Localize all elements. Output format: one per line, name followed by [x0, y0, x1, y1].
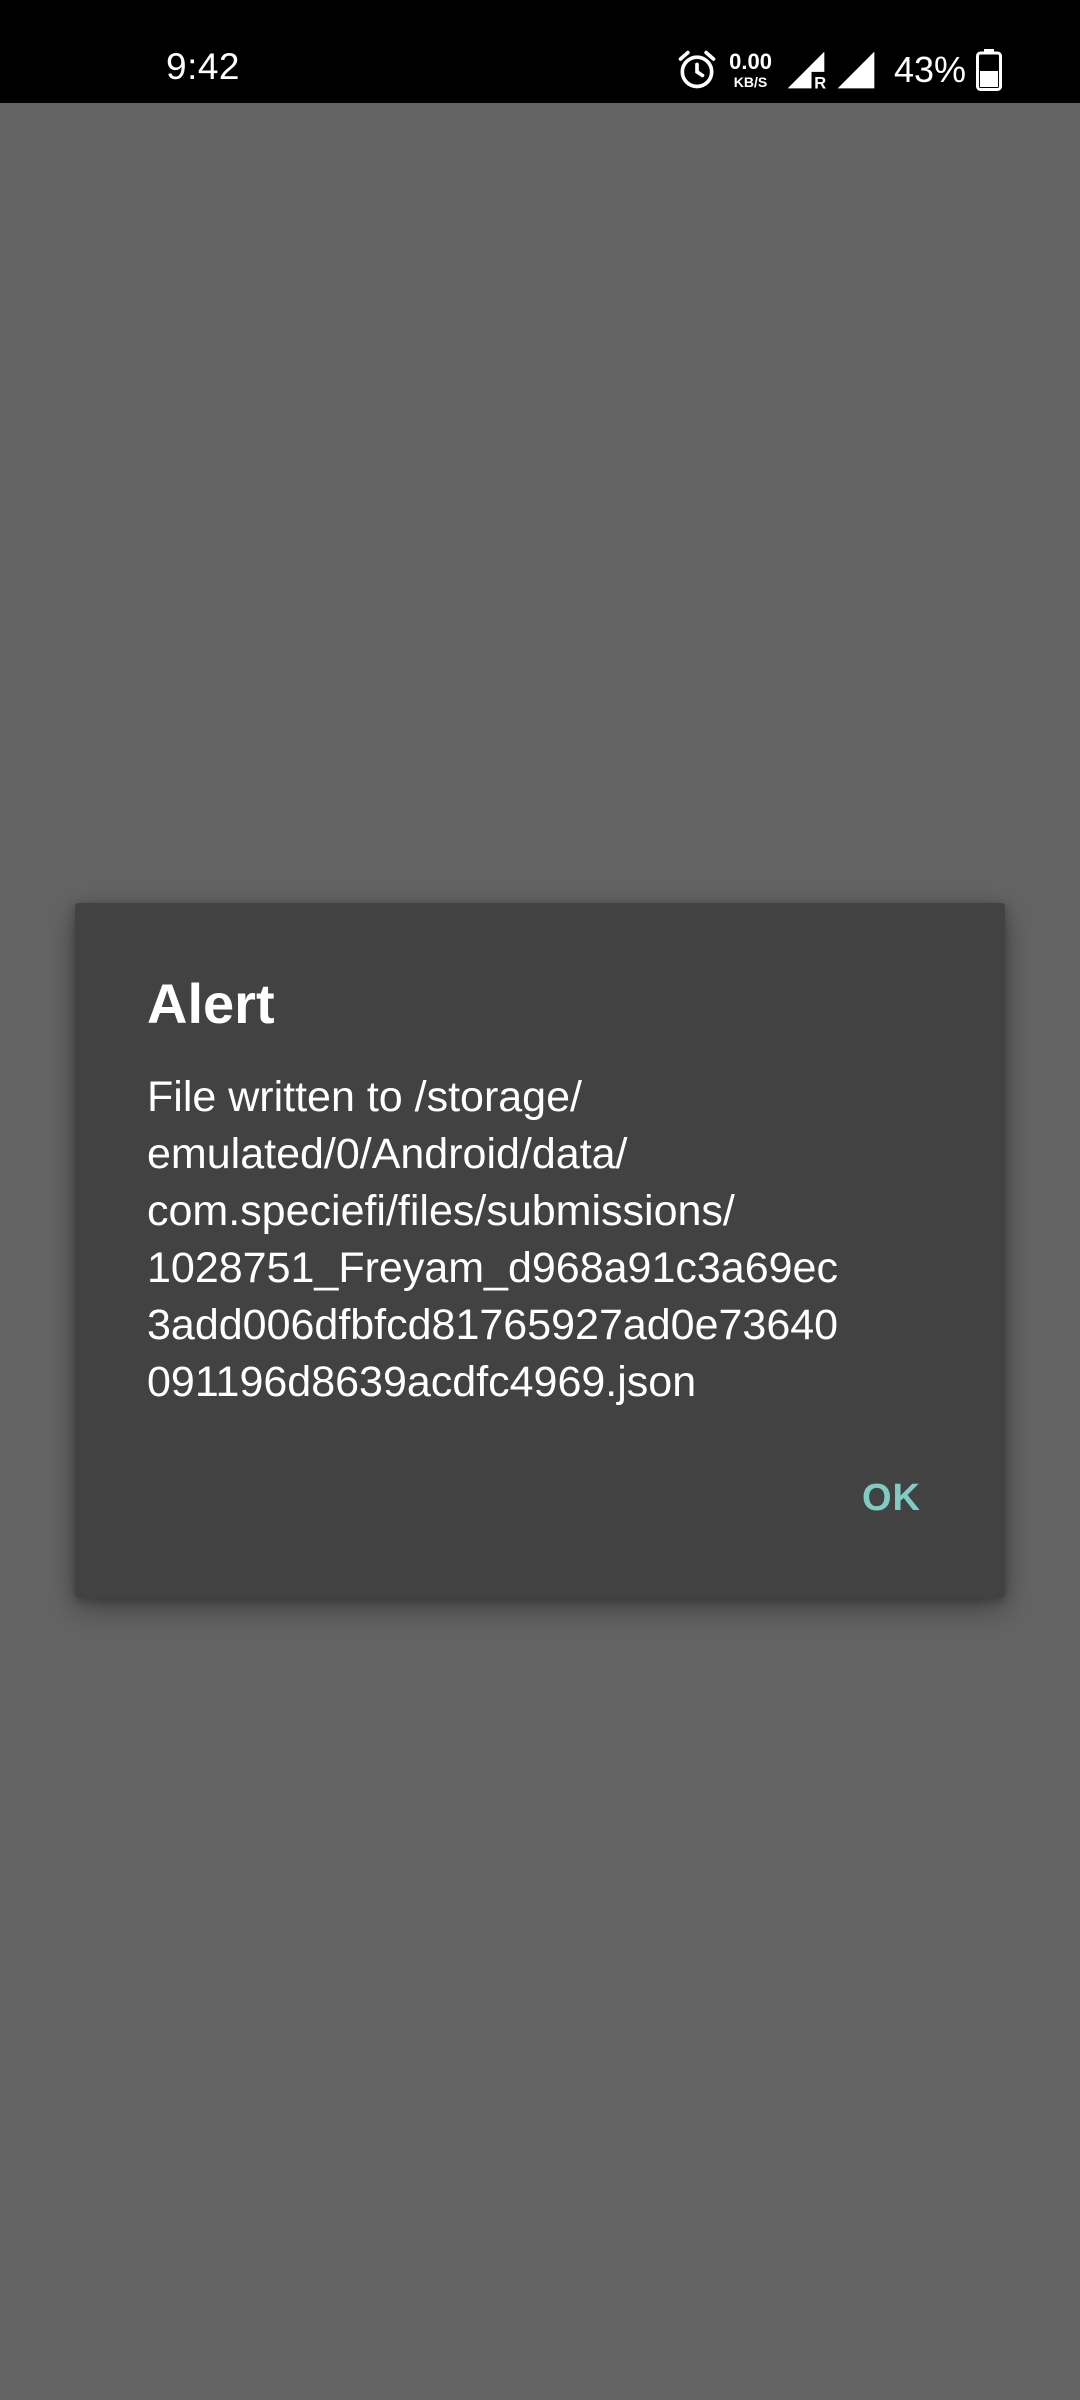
message-line: 091196d8639acdfc4969.json	[147, 1358, 697, 1406]
battery-icon	[976, 49, 1002, 91]
message-line: com.speciefi/files/submissions/	[147, 1187, 735, 1235]
net-speed: 0.00 KB/S	[729, 49, 772, 90]
alarm-icon	[678, 50, 716, 89]
message-line: emulated/0/Android/data/	[147, 1130, 628, 1178]
status-bar: 9:42 0.00 KB/S R 43%	[0, 0, 1080, 103]
roaming-indicator: R	[814, 74, 826, 92]
status-icons: 0.00 KB/S R 43%	[675, 40, 1002, 100]
screen: 9:42 0.00 KB/S R 43% Alert File written …	[0, 0, 1080, 2400]
alert-dialog: Alert File written to /storage/ emulated…	[75, 903, 1005, 1598]
message-line: 3add006dfbfcd81765927ad0e73640	[147, 1301, 839, 1349]
signal-icon	[837, 51, 875, 89]
message-line: File written to /storage/	[147, 1073, 582, 1121]
status-time: 9:42	[166, 46, 241, 87]
dialog-message: File written to /storage/ emulated/0/And…	[147, 1069, 977, 1411]
dialog-title: Alert	[147, 972, 275, 1035]
net-speed-value: 0.00	[729, 49, 772, 74]
battery-percent: 43%	[893, 49, 966, 90]
net-speed-unit: KB/S	[733, 74, 768, 90]
ok-button[interactable]: OK	[862, 1477, 921, 1520]
signal-roaming-icon: R	[787, 51, 826, 92]
message-line: 1028751_Freyam_d968a91c3a69ec	[147, 1244, 838, 1292]
